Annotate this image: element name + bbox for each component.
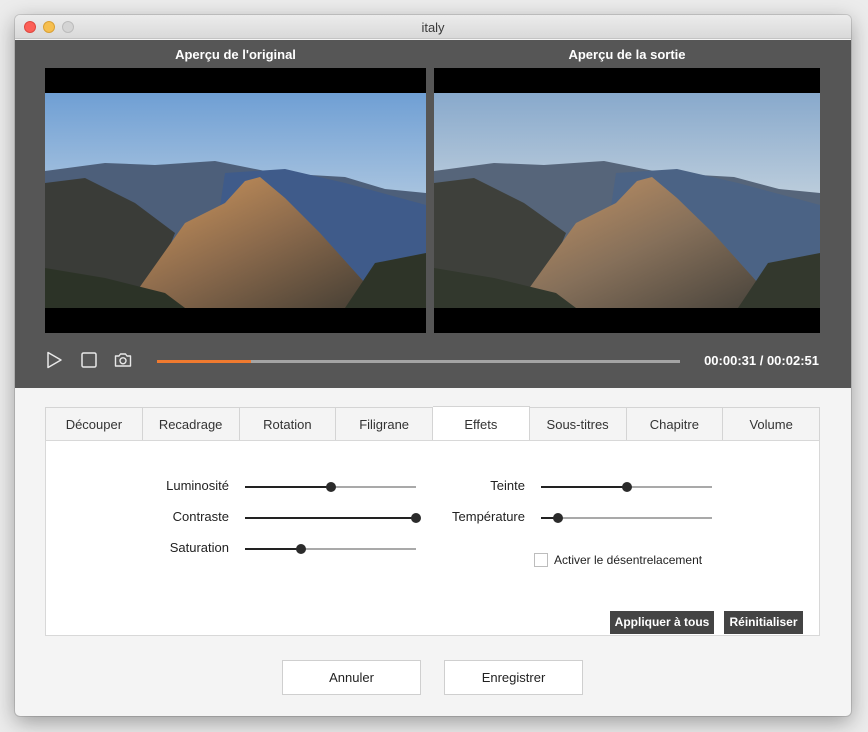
hue-slider-fill	[541, 486, 627, 488]
effects-panel: Luminosité Contraste Saturation Teinte T…	[45, 440, 820, 636]
temperature-label: Température	[452, 509, 525, 524]
editor-window: italy Aperçu de l'original Aperçu de la …	[15, 15, 851, 716]
tab-recadrage[interactable]: Recadrage	[142, 408, 240, 441]
brightness-label: Luminosité	[166, 478, 229, 493]
tab-chapitre[interactable]: Chapitre	[626, 408, 724, 441]
tab-filigrane[interactable]: Filigrane	[336, 408, 433, 441]
contrast-slider-fill	[245, 517, 416, 519]
stop-icon[interactable]	[80, 351, 98, 369]
play-icon[interactable]	[45, 351, 63, 369]
output-preview	[434, 68, 820, 333]
playback-progress-fill	[157, 360, 252, 363]
tab-volume[interactable]: Volume	[723, 408, 819, 441]
saturation-slider-fill	[245, 548, 302, 550]
preview-area: Aperçu de l'original Aperçu de la sortie	[15, 40, 851, 388]
hue-slider[interactable]	[541, 482, 712, 492]
brightness-slider[interactable]	[245, 482, 416, 492]
editor-tabs: Découper Recadrage Rotation Filigrane Ef…	[45, 406, 820, 441]
saturation-slider[interactable]	[245, 544, 416, 554]
output-preview-label: Aperçu de la sortie	[568, 47, 686, 62]
saturation-slider-knob[interactable]	[296, 544, 307, 554]
deinterlace-checkbox[interactable]	[534, 553, 548, 567]
output-preview-image	[434, 93, 820, 308]
title-bar[interactable]: italy	[15, 15, 851, 39]
brightness-slider-fill	[245, 486, 331, 488]
original-preview-label: Aperçu de l'original	[175, 47, 296, 62]
original-preview	[45, 68, 426, 333]
temperature-slider[interactable]	[541, 513, 712, 523]
contrast-slider[interactable]	[245, 513, 421, 523]
window-title: italy	[421, 20, 445, 35]
playback-progress[interactable]	[157, 360, 680, 363]
original-preview-image	[45, 93, 426, 308]
saturation-label: Saturation	[169, 540, 229, 555]
save-button[interactable]: Enregistrer	[444, 660, 583, 695]
tab-decouper[interactable]: Découper	[46, 408, 143, 441]
cancel-button[interactable]: Annuler	[282, 660, 421, 695]
playback-time: 00:00:31 / 00:02:51	[704, 353, 819, 368]
hue-slider-knob[interactable]	[621, 482, 632, 492]
reset-button[interactable]: Réinitialiser	[724, 611, 803, 634]
deinterlace-label[interactable]: Activer le désentrelacement	[554, 553, 702, 567]
tab-rotation[interactable]: Rotation	[239, 408, 337, 441]
temperature-slider-knob[interactable]	[553, 513, 564, 523]
apply-all-button[interactable]: Appliquer à tous	[610, 611, 714, 634]
tab-effets[interactable]: Effets	[433, 406, 530, 441]
tab-sous-titres[interactable]: Sous-titres	[529, 408, 627, 441]
hue-label: Teinte	[490, 478, 525, 493]
contrast-label: Contraste	[172, 509, 229, 524]
brightness-slider-knob[interactable]	[325, 482, 336, 492]
camera-icon[interactable]	[114, 351, 132, 369]
